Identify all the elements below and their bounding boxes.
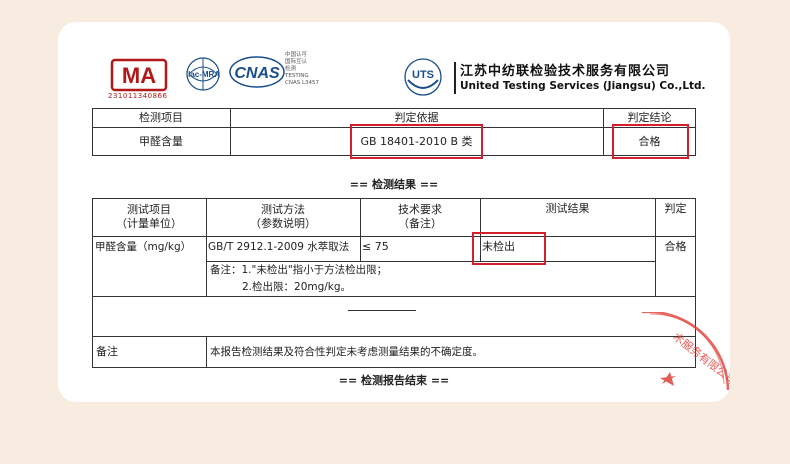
t1-row-item: 甲醛含量 bbox=[139, 134, 183, 148]
company-name-cn: 江苏中纺联检验技术服务有限公司 bbox=[460, 64, 671, 79]
t1-header-item: 检测项目 bbox=[139, 110, 183, 124]
highlight-conclusion bbox=[612, 124, 689, 159]
company-seal: 术服务有限公司 bbox=[642, 312, 730, 391]
signature-line bbox=[348, 310, 416, 311]
end-section-title: == 检测报告结束 == bbox=[338, 374, 450, 387]
results-section-title: == 检测结果 == bbox=[349, 178, 439, 191]
t2-row-method: GB/T 2912.1-2009 水萃取法 bbox=[208, 241, 350, 253]
t2-row-judgement: 合格 bbox=[664, 240, 687, 253]
t2-row-item: 甲醛含量（mg/kg） bbox=[95, 241, 192, 253]
highlight-basis bbox=[350, 124, 483, 159]
ilac-mra-logo: ilac-MRA bbox=[186, 57, 220, 91]
t2-header-requirement: 技术要求 （备注） bbox=[398, 203, 442, 230]
cma-number: 231011340866 bbox=[108, 92, 168, 100]
t2-note-line2: 2.检出限：20mg/kg。 bbox=[242, 280, 352, 293]
cnas-logo: CNAS bbox=[229, 56, 285, 88]
t2-header-judgement: 判定 bbox=[664, 202, 687, 215]
t2-note-line1: 备注：1."未检出"指小于方法检出限； bbox=[210, 263, 388, 276]
company-divider bbox=[454, 62, 456, 94]
company-name-en: United Testing Services (Jiangsu) Co.,Lt… bbox=[460, 80, 706, 92]
report-card: MA 231011340866 ilac-MRA CNAS 中国认可 国际互认 … bbox=[58, 22, 730, 402]
svg-text:MA: MA bbox=[122, 63, 156, 88]
t2-header-item: 测试项目 （计量单位） bbox=[116, 203, 182, 230]
t2-remark-text: 本报告检测结果及符合性判定未考虑测量结果的不确定度。 bbox=[210, 346, 483, 358]
t2-header-method: 测试方法 （参数说明） bbox=[250, 203, 316, 230]
uts-logo: UTS bbox=[404, 58, 442, 96]
t2-row-requirement: ≤ 75 bbox=[362, 240, 389, 253]
t2-remark-label: 备注 bbox=[96, 345, 118, 358]
cnas-side-text: 中国认可 国际互认 检测 TESTING CNAS L3457 bbox=[285, 52, 320, 86]
t2-header-result: 测试结果 bbox=[545, 202, 590, 215]
svg-text:ilac-MRA: ilac-MRA bbox=[186, 70, 220, 79]
svg-text:UTS: UTS bbox=[412, 69, 434, 81]
svg-text:CNAS: CNAS bbox=[234, 65, 280, 82]
